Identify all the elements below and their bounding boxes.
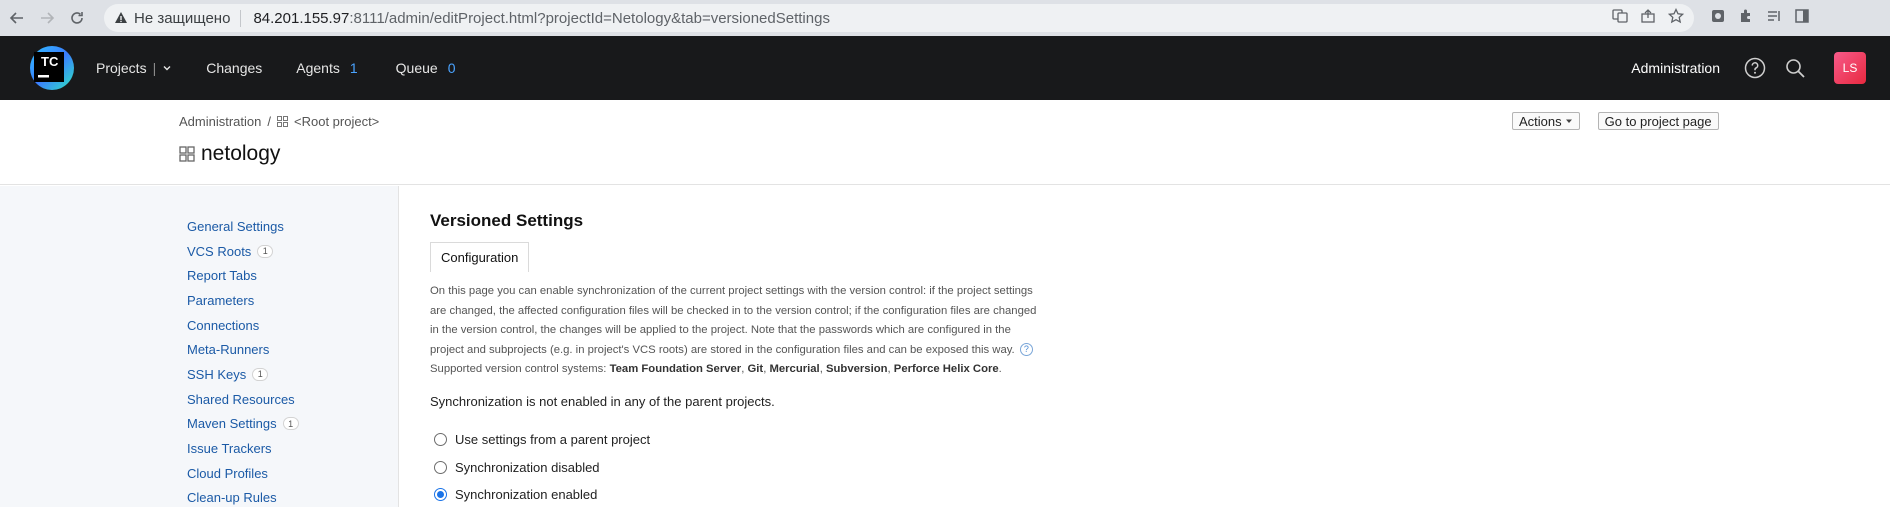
actions-button[interactable]: Actions — [1512, 112, 1580, 130]
description: On this page you can enable synchronizat… — [430, 282, 1070, 380]
breadcrumb-root-project[interactable]: <Root project> — [294, 114, 379, 129]
page-title-text: netology — [201, 142, 281, 165]
reading-list-icon[interactable] — [1766, 8, 1782, 29]
search-icon[interactable] — [1780, 53, 1810, 83]
logo-text: TC — [41, 54, 59, 69]
security-indicator[interactable]: Не защищено — [114, 9, 242, 27]
url-text: 84.201.155.97:8111/admin/editProject.htm… — [253, 9, 830, 27]
puzzle-icon[interactable] — [1738, 8, 1754, 29]
count-badge: 1 — [257, 244, 274, 258]
breadcrumb-separator: / — [267, 114, 271, 129]
description-line: On this page you can enable synchronizat… — [430, 285, 1033, 297]
radio-label: Synchronization enabled — [455, 487, 598, 503]
vcs-name: Git — [747, 363, 764, 375]
parent-sync-note: Synchronization is not enabled in any of… — [430, 394, 775, 409]
reload-icon[interactable] — [62, 3, 92, 33]
description-line: project and subprojects (e.g. in project… — [430, 341, 1070, 361]
sidebar-item-vcs-roots[interactable]: VCS Roots 1 — [187, 239, 299, 264]
nav-changes[interactable]: Changes — [206, 60, 262, 76]
description-line: in the version control, the changes will… — [430, 324, 1011, 336]
actions-button-label: Actions — [1519, 113, 1562, 129]
sidebar-item-connections[interactable]: Connections — [187, 313, 299, 338]
nav-projects-label: Projects — [96, 60, 147, 76]
supported-vcs-line: Supported version control systems: Team … — [430, 363, 1002, 375]
sidebar-item-general-settings[interactable]: General Settings — [187, 214, 299, 239]
page-actions: Actions Go to project page — [1512, 112, 1719, 130]
radio-option-sync-disabled[interactable]: Synchronization disabled — [434, 454, 650, 482]
browser-nav-buttons — [2, 3, 92, 33]
settings-sidebar: General Settings VCS Roots 1 Report Tabs … — [0, 186, 399, 507]
bookmark-star-icon[interactable] — [1667, 7, 1685, 28]
agents-count: 1 — [349, 60, 358, 76]
nav-agents[interactable]: Agents 1 — [296, 60, 357, 76]
security-label: Не защищено — [134, 9, 231, 27]
radio-option-sync-enabled[interactable]: Synchronization enabled — [434, 481, 650, 509]
description-line: are changed, the affected configuration … — [430, 304, 1037, 317]
nav-queue[interactable]: Queue 0 — [396, 60, 456, 76]
project-grid-icon — [179, 146, 195, 162]
administration-link[interactable]: Administration — [1631, 60, 1720, 76]
sidebar-item-cloud-profiles[interactable]: Cloud Profiles — [187, 461, 299, 486]
caret-down-icon — [1565, 119, 1572, 123]
breadcrumb: Administration / <Root project> — [179, 114, 379, 129]
go-to-project-page-button[interactable]: Go to project page — [1597, 112, 1719, 130]
breadcrumb-administration[interactable]: Administration — [179, 114, 261, 129]
nav-queue-label: Queue — [395, 60, 438, 76]
radio-button[interactable] — [434, 433, 447, 447]
radio-label: Synchronization disabled — [455, 459, 600, 475]
count-badge: 1 — [282, 417, 299, 431]
sidebar-item-meta-runners[interactable]: Meta-Runners — [187, 337, 299, 362]
extension-icon[interactable] — [1710, 8, 1726, 29]
sidebar-item-clean-up-rules[interactable]: Clean-up Rules — [187, 486, 299, 510]
main-nav: Projects | Changes Agents 1 Queue 0 — [96, 60, 490, 76]
radio-button[interactable] — [434, 460, 447, 474]
teamcity-header: TC Projects | Changes Agents 1 Queue 0 A… — [0, 36, 1890, 100]
chevron-down-icon[interactable] — [162, 63, 172, 73]
project-grid-icon — [277, 116, 288, 127]
vcs-name: Subversion — [825, 363, 888, 375]
sidebar-item-maven-settings[interactable]: Maven Settings 1 — [187, 412, 299, 437]
nav-separator: | — [152, 60, 157, 76]
count-badge: 1 — [252, 367, 269, 381]
teamcity-logo[interactable]: TC — [26, 44, 74, 92]
nav-changes-label: Changes — [206, 60, 263, 76]
warning-icon — [115, 12, 127, 23]
address-bar[interactable]: Не защищено 84.201.155.97:8111/admin/edi… — [104, 4, 1694, 32]
sidebar-menu: General Settings VCS Roots 1 Report Tabs … — [187, 214, 299, 510]
nav-projects[interactable]: Projects | — [96, 60, 172, 76]
extensions-area — [1710, 8, 1810, 29]
sidebar-item-parameters[interactable]: Parameters — [187, 288, 299, 313]
radio-button-checked[interactable] — [434, 488, 447, 502]
help-icon[interactable]: ? — [1019, 343, 1033, 357]
help-icon[interactable] — [1740, 53, 1770, 83]
back-arrow-icon[interactable] — [2, 3, 32, 33]
browser-toolbar: Не защищено 84.201.155.97:8111/admin/edi… — [0, 0, 1890, 36]
section-title: Versioned Settings — [430, 211, 584, 230]
tab-configuration[interactable]: Configuration — [430, 242, 530, 272]
sidebar-item-ssh-keys[interactable]: SSH Keys 1 — [187, 362, 299, 387]
forward-arrow-icon[interactable] — [32, 3, 62, 33]
page-title: netology — [179, 142, 280, 166]
vcs-name: Perforce Helix Core — [893, 363, 999, 375]
address-bar-actions — [1612, 7, 1685, 28]
translate-icon[interactable] — [1612, 8, 1628, 28]
sidebar-item-shared-resources[interactable]: Shared Resources — [187, 387, 299, 412]
radio-option-use-parent[interactable]: Use settings from a parent project — [434, 426, 650, 454]
user-avatar[interactable]: LS — [1834, 52, 1866, 84]
nav-agents-label: Agents — [296, 60, 340, 76]
sidebar-item-report-tabs[interactable]: Report Tabs — [187, 263, 299, 288]
sidebar-item-issue-trackers[interactable]: Issue Trackers — [187, 436, 299, 461]
share-icon[interactable] — [1640, 8, 1656, 28]
queue-count: 0 — [447, 60, 456, 76]
radio-label: Use settings from a parent project — [455, 432, 651, 448]
side-panel-icon[interactable] — [1794, 8, 1810, 29]
sync-mode-radio-group: Use settings from a parent project Synch… — [434, 426, 650, 509]
header-right: Administration LS — [1631, 52, 1866, 84]
page-header: Administration / <Root project> netology… — [0, 100, 1890, 185]
vcs-name: Team Foundation Server — [609, 363, 742, 375]
vcs-name: Mercurial — [769, 363, 820, 375]
